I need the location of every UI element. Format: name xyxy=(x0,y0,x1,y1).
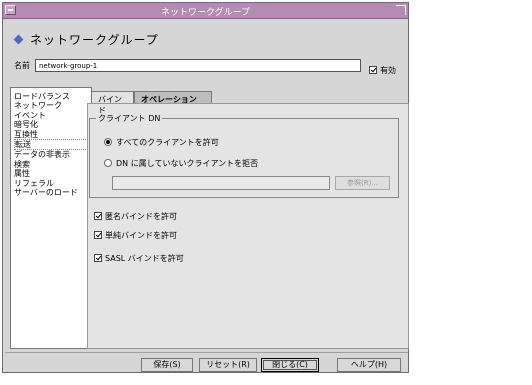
tab-bind[interactable]: バインド xyxy=(91,91,134,115)
name-label: 名前 xyxy=(14,61,30,70)
window-corner-icon xyxy=(396,5,406,15)
reset-button[interactable]: リセット(R) xyxy=(199,358,257,372)
enabled-check-icon[interactable] xyxy=(369,66,377,74)
category-list[interactable]: ロードバランス ネットワーク イベント 暗号化 互換性 転送 データの非表示 検… xyxy=(10,87,92,349)
simple-bind-label: 単純バインドを許可 xyxy=(105,231,177,240)
tab-operation[interactable]: オペレーション xyxy=(134,91,212,104)
help-button[interactable]: ヘルプ(H) xyxy=(337,358,401,372)
sasl-bind-check-icon[interactable] xyxy=(94,254,102,262)
dialog-window: ネットワークグループ ネットワークグループ 名前 network-group-1… xyxy=(2,2,409,373)
page-title-text: ネットワークグループ xyxy=(30,33,159,47)
category-item[interactable]: ロードバランス xyxy=(14,92,88,101)
button-separator xyxy=(5,352,408,353)
allow-all-label: すべてのクライアントを許可 xyxy=(116,138,219,147)
anon-bind-checkbox[interactable]: 匿名バインドを許可 xyxy=(94,211,177,222)
radio-unselected-icon[interactable] xyxy=(104,159,112,167)
save-button[interactable]: 保存(S) xyxy=(141,358,193,372)
browse-button: 参照(R)... xyxy=(335,176,390,190)
category-item[interactable]: イベント xyxy=(14,111,88,120)
window-title: ネットワークグループ xyxy=(160,8,251,18)
category-item[interactable]: 互換性 xyxy=(14,130,88,139)
name-input[interactable]: network-group-1 xyxy=(35,59,361,72)
category-item[interactable]: 暗号化 xyxy=(14,120,88,129)
title-bar[interactable]: ネットワークグループ xyxy=(3,3,408,19)
category-item[interactable]: ネットワーク xyxy=(14,101,88,110)
enabled-label: 有効 xyxy=(380,66,396,75)
dn-input xyxy=(112,176,330,190)
page-title: ネットワークグループ xyxy=(13,31,159,48)
simple-bind-checkbox[interactable]: 単純バインドを許可 xyxy=(94,230,177,241)
sasl-bind-label: SASL バインドを許可 xyxy=(105,254,184,263)
anon-bind-label: 匿名バインドを許可 xyxy=(105,212,177,221)
sasl-bind-checkbox[interactable]: SASL バインドを許可 xyxy=(94,253,184,264)
reject-radio[interactable]: DN に属していないクライアントを拒否 xyxy=(104,158,258,169)
category-item[interactable]: 検索 xyxy=(14,160,88,169)
category-item[interactable]: リフェラル xyxy=(14,179,88,188)
network-group-icon xyxy=(13,34,24,45)
category-item[interactable]: データの非表示 xyxy=(14,150,88,159)
allow-all-radio[interactable]: すべてのクライアントを許可 xyxy=(104,137,219,148)
enabled-checkbox[interactable]: 有効 xyxy=(369,65,396,76)
category-item[interactable]: 属性 xyxy=(14,169,88,178)
reject-label: DN に属していないクライアントを拒否 xyxy=(116,159,259,168)
category-item[interactable]: サーバーのロード xyxy=(14,188,88,197)
category-item-selected[interactable]: 転送 xyxy=(14,139,88,151)
anon-bind-check-icon[interactable] xyxy=(94,212,102,220)
simple-bind-check-icon[interactable] xyxy=(94,231,102,239)
radio-selected-icon[interactable] xyxy=(104,138,112,146)
close-button[interactable]: 閉じる(C) xyxy=(261,358,319,372)
client-dn-label: クライアント DN xyxy=(96,113,163,124)
